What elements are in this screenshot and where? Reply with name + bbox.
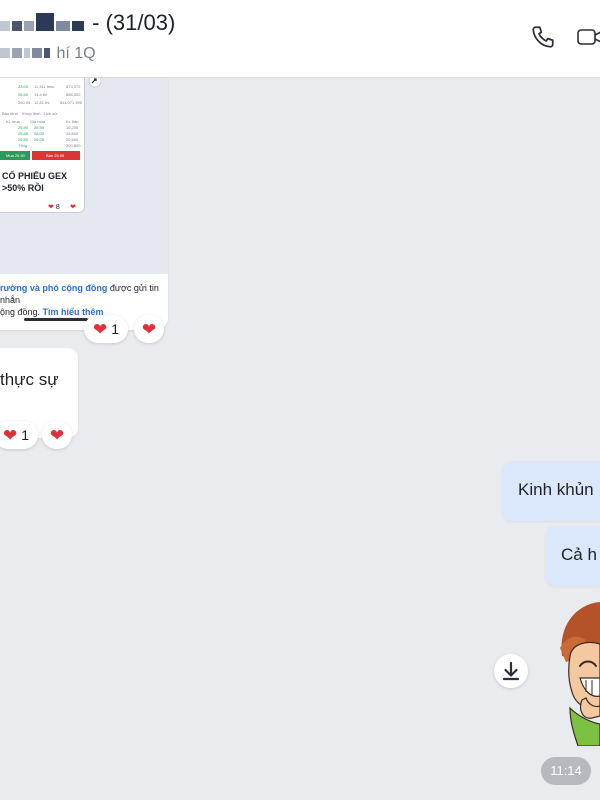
- cartoon-sticker[interactable]: [556, 596, 600, 746]
- chat-title[interactable]: - (31/03): [0, 10, 175, 37]
- disclaimer-link-roles[interactable]: rường và phó cộng đồng: [0, 283, 107, 293]
- chat-title-date: - (31/03): [92, 10, 176, 35]
- reaction-summary[interactable]: ❤ 1: [84, 315, 128, 343]
- screenshot-caption: CỔ PHIẾU GEX >50% RỒI: [2, 171, 68, 193]
- add-reaction-button[interactable]: ❤: [42, 421, 72, 449]
- shared-screenshot[interactable]: 23.00 11,311 trieu 873,372 26.60 14.4 thi 88…: [0, 78, 168, 274]
- heart-icon: ❤: [141, 319, 157, 339]
- heart-icon: ❤: [2, 425, 18, 445]
- heart-icon: ❤: [92, 319, 108, 339]
- outgoing-message[interactable]: Cả h: [545, 526, 600, 586]
- outgoing-message[interactable]: Kinh khủn: [502, 461, 600, 521]
- message-text: Kinh khủn: [518, 480, 594, 499]
- chat-header: - (31/03) hí 1Q: [0, 0, 600, 78]
- chat-subtitle-text: hí 1Q: [56, 45, 96, 62]
- home-indicator: [24, 318, 88, 321]
- share-icon: [88, 78, 102, 88]
- thumbnail-heart: ❤: [70, 204, 76, 211]
- buy-button-thumb: Mua 25.90: [0, 151, 30, 160]
- reaction-summary[interactable]: ❤ 1: [0, 421, 38, 449]
- community-disclaimer: rường và phó cộng đồng được gửi tin nhắn…: [0, 283, 159, 317]
- message-timestamp: 11:14: [541, 757, 591, 785]
- reaction-count: 1: [111, 321, 120, 337]
- download-icon: [502, 661, 520, 681]
- download-sticker-button[interactable]: [494, 654, 528, 688]
- image-message[interactable]: 23.00 11,311 trieu 873,372 26.60 14.4 thi 88…: [0, 78, 168, 330]
- chat-subtitle: hí 1Q: [0, 45, 96, 63]
- video-call-icon[interactable]: [576, 24, 600, 50]
- message-text: Cả h: [561, 545, 597, 564]
- reaction-count: 1: [21, 427, 30, 443]
- thumbnail-reaction: ❤ 8: [48, 204, 60, 211]
- add-reaction-button[interactable]: ❤: [134, 315, 164, 343]
- message-text: thực sự: [0, 370, 59, 389]
- heart-icon: ❤: [49, 425, 65, 445]
- sell-button-thumb: Bán 25.95: [32, 151, 80, 160]
- pixelated-name: [0, 11, 86, 37]
- phone-icon[interactable]: [530, 24, 556, 50]
- stock-screenshot-thumbnail: 23.00 11,311 trieu 873,372 26.60 14.4 thi 88…: [0, 78, 102, 213]
